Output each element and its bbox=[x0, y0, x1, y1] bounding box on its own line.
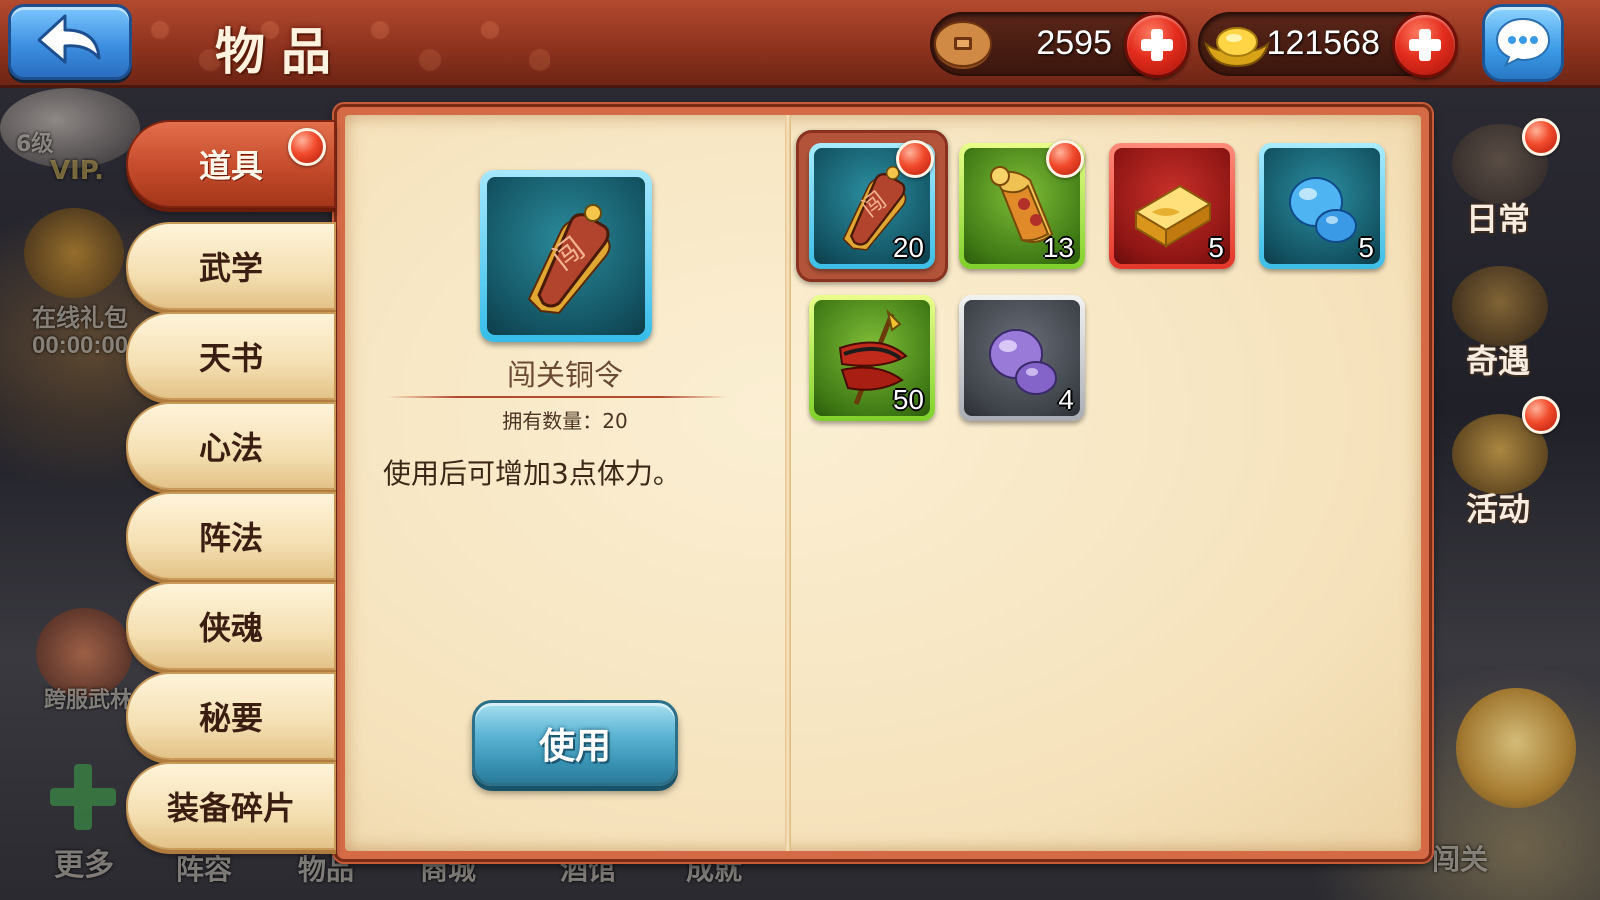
back-arrow-icon bbox=[35, 12, 105, 72]
tab-formation[interactable]: 阵法 bbox=[126, 492, 336, 580]
item-count: 20 bbox=[892, 232, 924, 263]
more-plus-icon[interactable] bbox=[50, 764, 116, 830]
add-copper-button[interactable] bbox=[1124, 12, 1190, 78]
item-count: 5 bbox=[1208, 232, 1224, 263]
plus-icon bbox=[1409, 29, 1441, 61]
stage-label[interactable]: 闯关 bbox=[1432, 838, 1488, 878]
tab-label: 秘要 bbox=[198, 699, 263, 737]
item-new-badge bbox=[1046, 140, 1084, 178]
adventure-button[interactable]: 奇遇 bbox=[1438, 262, 1558, 382]
online-gift-timer: 00:00:00 bbox=[32, 332, 129, 359]
tab-label: 武学 bbox=[198, 249, 263, 287]
selected-item-icon: 闯 bbox=[480, 170, 652, 342]
more-label[interactable]: 更多 bbox=[54, 840, 114, 884]
gift-box-icon[interactable] bbox=[24, 208, 124, 298]
item-count: 5 bbox=[1358, 232, 1374, 263]
copper-coin-icon bbox=[932, 18, 994, 76]
purple-gourd-icon bbox=[989, 329, 1057, 395]
player-level: 6级 bbox=[16, 132, 54, 157]
gold-bar-icon bbox=[1134, 184, 1212, 248]
copper-currency: 2595 bbox=[930, 12, 1190, 78]
tab-secrets[interactable]: 秘要 bbox=[126, 672, 336, 760]
gold-amount: 121568 bbox=[1266, 24, 1380, 62]
online-gift-label: 在线礼包 bbox=[32, 304, 128, 332]
tab-label: 道具 bbox=[198, 147, 263, 185]
inventory-slot[interactable]: 50 bbox=[809, 295, 935, 421]
daily-badge bbox=[1522, 118, 1560, 156]
stage-golden-icon[interactable] bbox=[1456, 688, 1576, 808]
tab-heaven-book[interactable]: 天书 bbox=[126, 312, 336, 400]
item-name-divider bbox=[388, 396, 728, 398]
use-button-label: 使用 bbox=[538, 726, 611, 767]
back-button[interactable] bbox=[8, 4, 132, 80]
gold-currency: 121568 bbox=[1198, 12, 1458, 78]
tab-label: 阵法 bbox=[198, 519, 263, 557]
events-badge bbox=[1522, 396, 1560, 434]
copper-amount: 2595 bbox=[1036, 24, 1112, 62]
item-count: 13 bbox=[1042, 232, 1074, 263]
chat-button[interactable] bbox=[1482, 4, 1564, 82]
use-button[interactable]: 使用 bbox=[472, 700, 678, 786]
tab-label: 装备碎片 bbox=[166, 789, 295, 827]
gold-ingot-icon bbox=[1202, 22, 1272, 74]
item-new-badge bbox=[896, 140, 934, 178]
tab-mind-art[interactable]: 心法 bbox=[126, 402, 336, 490]
inventory-slot[interactable]: 5 bbox=[1259, 143, 1385, 269]
top-bar: 物品 2595 121568 bbox=[0, 0, 1600, 88]
item-description: 使用后可增加3点体力。 bbox=[383, 457, 681, 490]
tab-props-badge bbox=[288, 128, 326, 166]
page-title: 物品 bbox=[215, 22, 347, 81]
cross-server-label: 跨服武林 bbox=[44, 688, 133, 713]
tab-hero-soul[interactable]: 侠魂 bbox=[126, 582, 336, 670]
chat-bubble-icon bbox=[1494, 15, 1552, 71]
item-count: 50 bbox=[892, 384, 924, 415]
treasure-chest-icon bbox=[1452, 266, 1548, 346]
tab-label: 天书 bbox=[198, 339, 263, 377]
blue-gourd-icon bbox=[1289, 177, 1357, 243]
inventory-slot[interactable]: 4 bbox=[959, 295, 1085, 421]
panel-divider bbox=[785, 115, 791, 851]
tab-martial-arts[interactable]: 武学 bbox=[126, 222, 336, 310]
add-gold-button[interactable] bbox=[1392, 12, 1458, 78]
inventory-slot[interactable]: 5 bbox=[1109, 143, 1235, 269]
tab-label: 侠魂 bbox=[198, 609, 263, 647]
item-count: 4 bbox=[1058, 384, 1074, 415]
item-name: 闯关铜令 bbox=[506, 358, 623, 392]
tab-equipment-shards[interactable]: 装备碎片 bbox=[126, 762, 336, 850]
tab-label: 心法 bbox=[198, 429, 263, 467]
plus-icon bbox=[1141, 29, 1173, 61]
bronze-token-icon: 闯 bbox=[527, 204, 611, 315]
owned-count: 拥有数量：20 bbox=[502, 409, 628, 433]
bottom-tab-lineup[interactable]: 阵容 bbox=[176, 848, 232, 888]
vip-label: VIP. bbox=[50, 156, 104, 186]
